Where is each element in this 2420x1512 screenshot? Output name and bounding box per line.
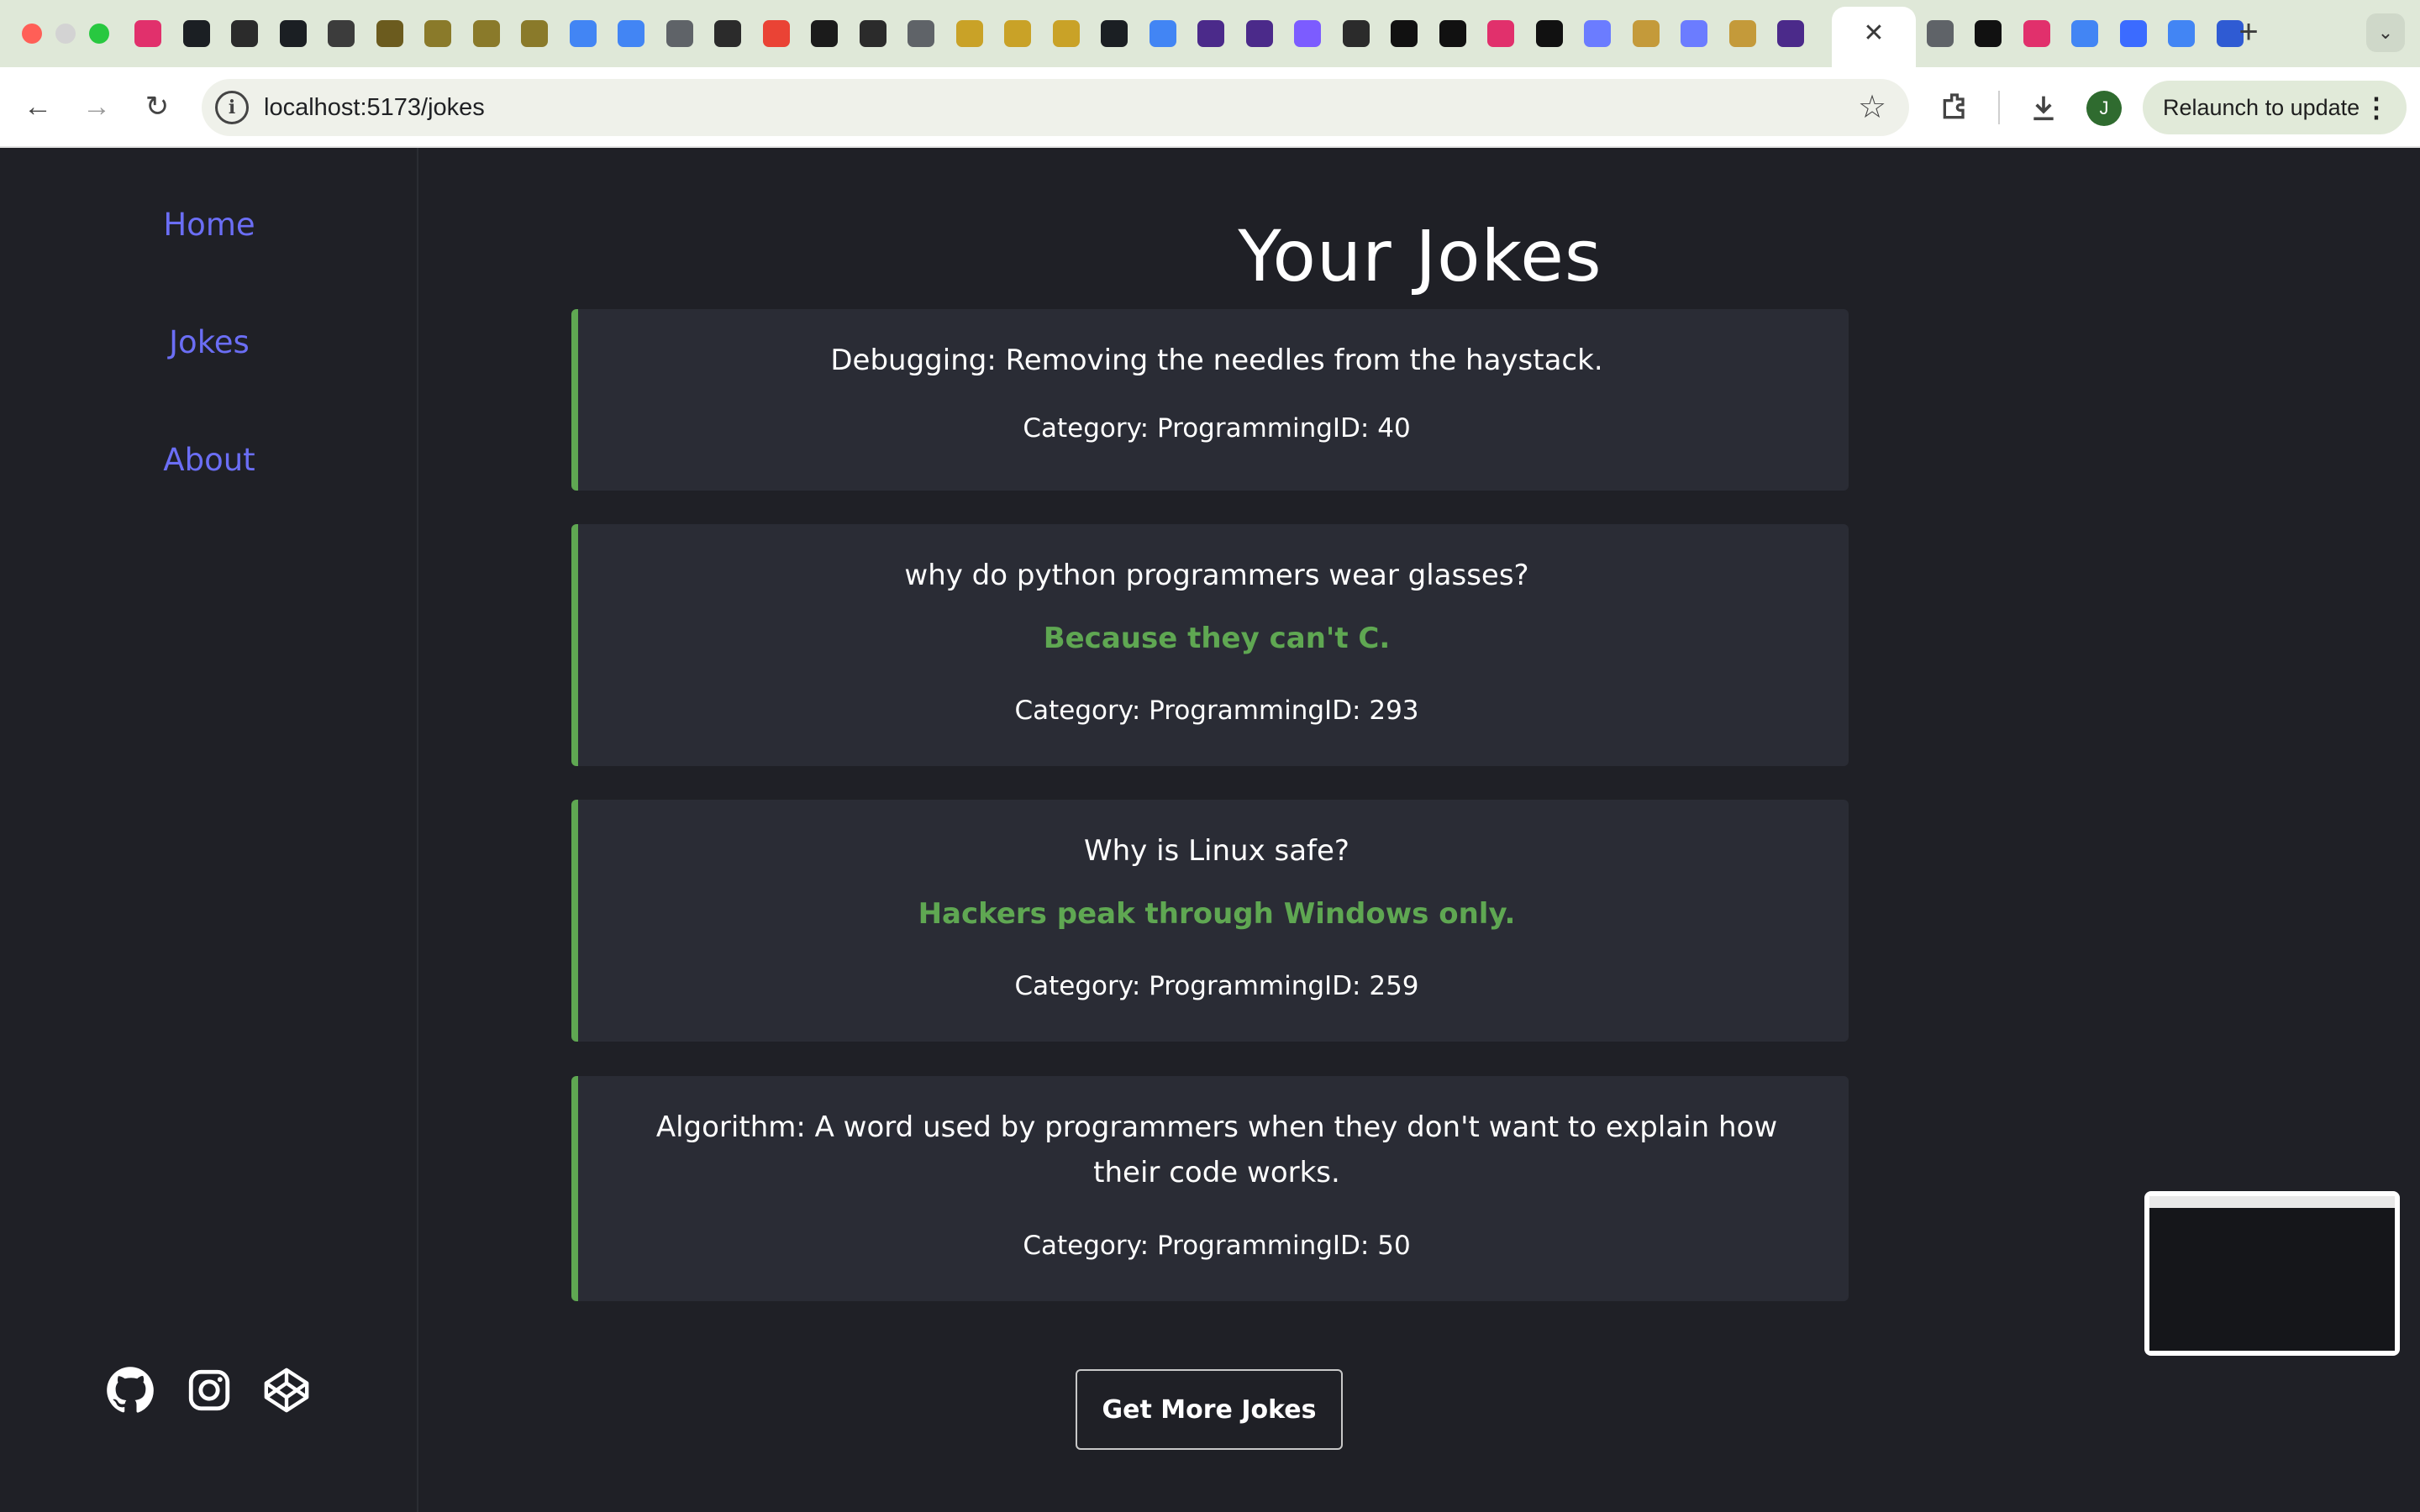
relaunch-to-update-button[interactable]: Relaunch to update ⋮	[2143, 81, 2407, 134]
tab-favicon-icon[interactable]	[2023, 20, 2050, 47]
joke-setup: Why is Linux safe?	[1084, 834, 1349, 868]
downloads-icon[interactable]	[2023, 87, 2064, 128]
tab-favicon-icon[interactable]	[762, 20, 790, 47]
relaunch-label: Relaunch to update	[2163, 95, 2360, 120]
browser-tab-strip: ✕ + ⌄	[0, 0, 2420, 67]
tab-favicon-icon[interactable]	[618, 20, 644, 47]
tab-favicon-icon[interactable]	[279, 20, 307, 47]
joke-card: Why is Linux safe? Hackers peak through …	[571, 800, 1849, 1042]
joke-punchline: Hackers peak through Windows only.	[918, 897, 1516, 931]
tab-favicon-icon[interactable]	[1632, 20, 1660, 47]
tab-favicon-icon[interactable]	[1052, 20, 1080, 47]
tab-favicon-icon[interactable]	[1487, 20, 1514, 47]
tab-favicon-icon[interactable]	[2071, 20, 2098, 47]
sidebar: Home Jokes About	[0, 148, 418, 1512]
new-tab-button[interactable]: +	[2230, 13, 2267, 50]
tab-favicon-icon[interactable]	[376, 20, 403, 47]
site-info-icon[interactable]: i	[215, 91, 249, 124]
tab-favicon-icon[interactable]	[955, 20, 983, 47]
tab-favicon-icon[interactable]	[1197, 20, 1224, 47]
joke-punchline: Because they can't C.	[1043, 622, 1391, 655]
joke-setup: Debugging: Removing the needles from the…	[830, 344, 1603, 377]
tab-favicon-icon[interactable]	[521, 20, 548, 47]
tab-favicon-icon[interactable]	[1681, 20, 1707, 47]
tab-favicon-icon[interactable]	[811, 20, 838, 47]
url-host: localhost:5173	[264, 94, 422, 121]
pip-preview-toolbar	[2149, 1196, 2395, 1208]
tab-favicon-icon[interactable]	[1391, 20, 1418, 47]
joke-meta: Category: ProgrammingID: 293	[1014, 696, 1419, 726]
joke-meta: Category: ProgrammingID: 50	[1023, 1231, 1411, 1261]
joke-meta: Category: ProgrammingID: 259	[1014, 971, 1419, 1001]
more-menu-icon[interactable]: ⋮	[2363, 81, 2390, 134]
nav-link-jokes[interactable]: Jokes	[0, 324, 418, 360]
bookmark-star-icon[interactable]: ☆	[1854, 89, 1891, 126]
joke-meta: Category: ProgrammingID: 40	[1023, 413, 1411, 444]
tab-favicon-icon[interactable]	[328, 20, 355, 47]
tab-favicon-icon[interactable]	[1004, 20, 1031, 47]
joke-setup: Algorithm: A word used by programmers wh…	[655, 1110, 1778, 1189]
tab-favicon-icon[interactable]	[1439, 20, 1466, 47]
toolbar-divider	[1998, 91, 2000, 124]
tab-favicon-icon[interactable]	[472, 20, 500, 47]
tab-favicon-icon[interactable]	[666, 20, 693, 47]
address-url[interactable]: localhost:5173/jokes	[264, 92, 485, 123]
tab-favicon-icon[interactable]	[1777, 20, 1804, 47]
nav-link-about[interactable]: About	[0, 442, 418, 478]
tab-favicon-icon[interactable]	[1342, 20, 1370, 47]
tab-favicon-icon[interactable]	[1584, 20, 1611, 47]
nav-link-home[interactable]: Home	[0, 207, 418, 243]
page-title: Your Jokes	[1238, 215, 1602, 297]
tab-favicon-icon[interactable]	[1926, 20, 1954, 47]
tab-favicon-icon[interactable]	[2119, 20, 2147, 47]
joke-card: Debugging: Removing the needles from the…	[571, 309, 1849, 491]
tab-favicon-icon[interactable]	[1245, 20, 1273, 47]
maximize-window-button[interactable]	[89, 24, 109, 44]
picture-in-picture-window[interactable]	[2144, 1191, 2400, 1356]
tab-favicon-icon[interactable]	[134, 20, 161, 47]
tab-favicon-icon[interactable]	[1149, 20, 1176, 47]
forward-button[interactable]: →	[76, 86, 118, 128]
github-icon[interactable]	[106, 1366, 155, 1415]
address-bar[interactable]: i localhost:5173/jokes ☆	[202, 79, 1909, 136]
tab-favicon-icon[interactable]	[569, 20, 597, 47]
minimize-window-button[interactable]	[55, 24, 76, 44]
tab-favicon-icon[interactable]	[182, 20, 210, 47]
tab-favicon-icon[interactable]	[1294, 20, 1321, 47]
codepen-icon[interactable]	[262, 1366, 311, 1415]
close-tab-icon[interactable]: ✕	[1857, 17, 1891, 50]
browser-toolbar: ← → ↻ i localhost:5173/jokes ☆ J Relaunc…	[0, 67, 2420, 148]
tab-favicon-icon[interactable]	[1975, 20, 2002, 47]
tab-favicon-icon[interactable]	[231, 20, 258, 47]
back-button[interactable]: ←	[17, 86, 59, 128]
tab-favicon-icon[interactable]	[714, 20, 741, 47]
joke-card: why do python programmers wear glasses? …	[571, 524, 1849, 766]
tab-favicon-icon[interactable]	[908, 20, 934, 47]
instagram-icon[interactable]	[185, 1366, 234, 1415]
reload-button[interactable]: ↻	[136, 86, 178, 128]
tab-favicon-icon[interactable]	[1728, 20, 1756, 47]
pip-preview	[2149, 1196, 2395, 1351]
tab-icon-row	[134, 17, 2302, 50]
active-tab[interactable]: ✕	[1832, 7, 1916, 67]
tab-search-button[interactable]: ⌄	[2366, 13, 2405, 52]
tab-favicon-icon[interactable]	[2168, 20, 2195, 47]
joke-setup: why do python programmers wear glasses?	[904, 559, 1529, 592]
get-more-jokes-button[interactable]: Get More Jokes	[1076, 1369, 1343, 1450]
close-window-button[interactable]	[22, 24, 42, 44]
main-content: Your Jokes Debugging: Removing the needl…	[420, 148, 2420, 1512]
url-path: /jokes	[421, 94, 485, 121]
joke-card: Algorithm: A word used by programmers wh…	[571, 1076, 1849, 1301]
tab-favicon-icon[interactable]	[1101, 20, 1128, 47]
profile-avatar[interactable]: J	[2086, 91, 2122, 126]
extensions-icon[interactable]	[1934, 87, 1975, 128]
tab-favicon-icon[interactable]	[424, 20, 451, 47]
tab-favicon-icon[interactable]	[859, 20, 886, 47]
tab-favicon-icon[interactable]	[1535, 20, 1563, 47]
